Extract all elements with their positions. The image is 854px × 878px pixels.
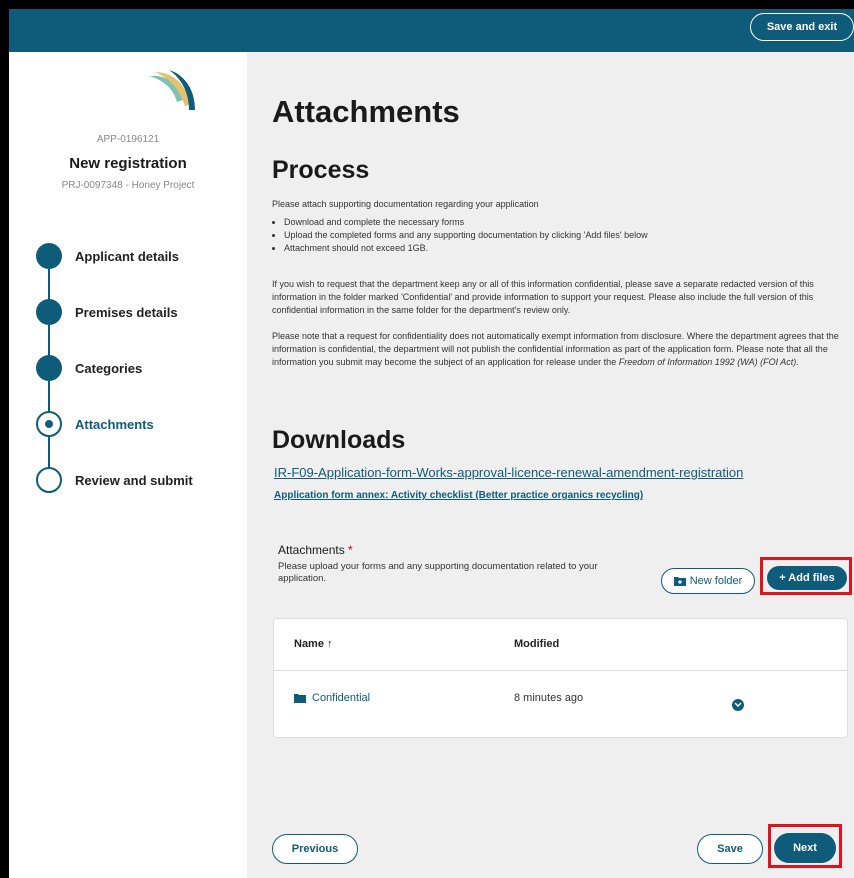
download-link-application-form[interactable]: IR-F09-Application-form-Works-approval-l… xyxy=(274,465,743,480)
confidentiality-paragraph: If you wish to request that the departme… xyxy=(272,279,814,315)
step-attachments[interactable]: Attachments xyxy=(36,411,236,439)
step-complete-icon xyxy=(36,243,62,269)
top-bar: Save and exit xyxy=(9,9,854,52)
application-id: APP-0196121 xyxy=(96,134,160,145)
attachments-label-text: Attachments xyxy=(278,543,345,557)
main-content: Attachments Process Please attach suppor… xyxy=(247,52,854,878)
folder-plus-icon xyxy=(673,577,686,586)
step-label: Categories xyxy=(75,361,143,376)
project-id: PRJ-0097348 - Honey Project xyxy=(61,180,195,191)
download-link-activity-checklist[interactable]: Application form annex: Activity checkli… xyxy=(274,490,643,501)
required-asterisk: * xyxy=(348,543,353,557)
previous-button[interactable]: Previous xyxy=(272,834,358,864)
step-review-and-submit[interactable]: Review and submit xyxy=(36,467,236,495)
step-pending-icon xyxy=(36,467,62,493)
process-bullet-list: Download and complete the necessary form… xyxy=(272,216,648,255)
process-intro: Please attach supporting documentation r… xyxy=(272,199,539,209)
attachments-table: Name ↑ Modified Confidential 8 minutes a… xyxy=(273,618,848,738)
attachments-help-text: Please upload your forms and any support… xyxy=(278,561,598,584)
page-title: Attachments xyxy=(272,94,460,129)
registration-title: New registration xyxy=(69,155,187,172)
column-header-name-label: Name xyxy=(294,638,324,650)
disclosure-paragraph: Please note that a request for confident… xyxy=(272,330,847,369)
save-and-exit-button[interactable]: Save and exit xyxy=(750,13,854,41)
new-folder-button[interactable]: New folder xyxy=(661,568,755,594)
row-modified: 8 minutes ago xyxy=(514,692,584,704)
foi-act-reference: Freedom of Information 1992 (WA) (FOI Ac… xyxy=(618,357,799,367)
agency-logo xyxy=(149,70,195,110)
bullet-item: Attachment should not exceed 1GB. xyxy=(284,242,648,255)
step-categories[interactable]: Categories xyxy=(36,355,236,383)
bullet-item: Download and complete the necessary form… xyxy=(284,216,648,229)
save-button[interactable]: Save xyxy=(697,834,763,864)
table-divider xyxy=(274,670,847,671)
process-heading: Process xyxy=(272,156,370,184)
step-label: Applicant details xyxy=(75,249,180,264)
step-label: Premises details xyxy=(75,305,178,320)
add-files-button[interactable]: + Add files xyxy=(767,566,847,590)
step-label: Review and submit xyxy=(75,473,193,488)
next-button[interactable]: Next xyxy=(774,833,836,863)
new-folder-label: New folder xyxy=(689,575,743,587)
column-header-name[interactable]: Name ↑ xyxy=(294,638,333,650)
sidebar: APP-0196121 New registration PRJ-0097348… xyxy=(9,52,247,878)
step-complete-icon xyxy=(36,355,62,381)
attachments-label: Attachments * xyxy=(278,543,353,557)
step-current-icon xyxy=(36,411,62,437)
bullet-item: Upload the completed forms and any suppo… xyxy=(284,229,648,242)
folder-name: Confidential xyxy=(312,692,371,704)
step-premises-details[interactable]: Premises details xyxy=(36,299,236,327)
step-applicant-details[interactable]: Applicant details xyxy=(36,243,236,271)
sort-ascending-icon: ↑ xyxy=(327,638,333,650)
step-complete-icon xyxy=(36,299,62,325)
downloads-heading: Downloads xyxy=(272,426,406,454)
column-header-modified[interactable]: Modified xyxy=(514,638,559,650)
step-label: Attachments xyxy=(75,417,154,432)
table-row-folder[interactable]: Confidential xyxy=(294,692,370,704)
chevron-down-icon[interactable] xyxy=(732,699,744,711)
folder-icon xyxy=(294,694,306,703)
